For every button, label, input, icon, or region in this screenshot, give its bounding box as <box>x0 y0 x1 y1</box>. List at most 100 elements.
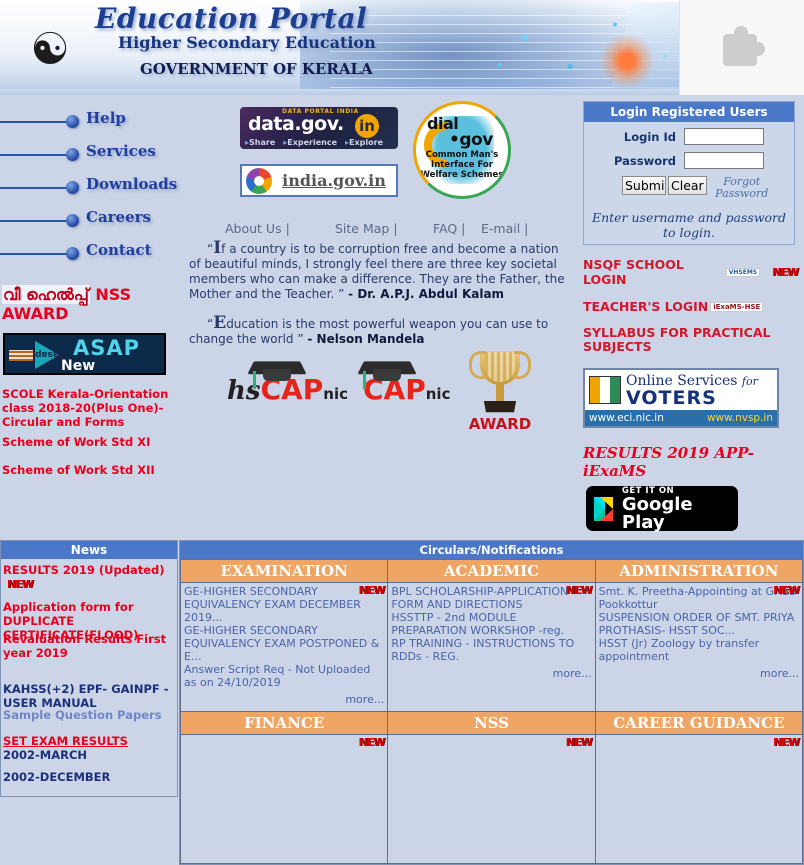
forgot-password-link[interactable]: Forgot Password <box>713 176 771 200</box>
award-label: AWARD <box>468 415 532 433</box>
sidebar-item-label: Contact <box>86 241 152 259</box>
column-header-examination: EXAMINATION <box>179 559 389 583</box>
indiagov-in-logo[interactable]: india.gov.in <box>240 164 398 197</box>
left-link-scheme-xi[interactable]: Scheme of Work Std XI <box>2 435 178 449</box>
syllabus-practical-link[interactable]: SYLLABUS FOR PRACTICAL SUBJECTS <box>583 326 798 354</box>
sidebar-item-contact[interactable]: Contact <box>0 237 178 270</box>
more-link[interactable]: more... <box>184 689 384 706</box>
submit-button[interactable]: Submit <box>622 176 666 195</box>
login-id-label: Login Id <box>623 129 676 144</box>
portal-title: Education Portal <box>95 2 368 35</box>
list-item[interactable]: SUSPENSION ORDER OF SMT. PRIYA PROTHASIS… <box>599 611 799 637</box>
dialgov-logo[interactable]: dial •gov Common Man's Interface For Wel… <box>413 101 511 199</box>
link-email[interactable]: E-mail | <box>481 221 528 236</box>
nsqf-label: NSQF SCHOOL LOGIN <box>583 257 684 287</box>
voters-line2: VOTERS <box>626 387 717 409</box>
datagov-link-share: Share <box>249 138 276 147</box>
list-item[interactable]: HSST (Jr) Zoology by transfer appointmen… <box>599 637 799 663</box>
list-item[interactable]: RP TRAINING - INSTRUCTIONS TO RDDs - REG… <box>391 637 591 663</box>
nav-connector-line <box>0 121 72 123</box>
list-item[interactable]: RESULTS 2019 (Updated) NEW <box>3 563 175 592</box>
list-item[interactable]: NEW BPL SCHOLARSHIP-APPLICATION FORM AND… <box>391 584 593 611</box>
voters-urls: www.eci.nic.in www.nvsp.in <box>585 410 777 426</box>
list-item[interactable]: Sample Question Papers <box>3 708 175 722</box>
tassel-icon <box>253 371 256 389</box>
hscap-nic-logo[interactable]: hsCAPnic <box>227 361 348 406</box>
site-banner: ☯ Education Portal Higher Secondary Educ… <box>0 0 804 95</box>
nav-connector-line <box>0 253 72 255</box>
news-item-text: RESULTS 2019 (Updated) <box>3 563 165 577</box>
new-badge-icon: NEW <box>565 584 593 597</box>
quote-dropcap: I <box>213 238 222 258</box>
right-column: Login Registered Users Login Id Password… <box>583 101 799 531</box>
link-faq[interactable]: FAQ | <box>433 221 465 236</box>
banner-orange-glow <box>600 34 654 88</box>
password-label: Password <box>614 153 676 168</box>
trophy-handle-left-icon <box>469 351 486 379</box>
indiagov-wordmark: india.gov.in <box>282 171 386 190</box>
bullet-dot-icon <box>66 181 79 194</box>
missing-plugin-placeholder[interactable] <box>679 0 804 95</box>
list-item[interactable]: NEW Smt. K. Preetha-Appointing at GHSS P… <box>598 584 800 611</box>
login-panel: Login Registered Users Login Id Password… <box>583 101 795 245</box>
datagov-in-logo[interactable]: DATA PORTAL INDIA data.gov. in ▸Share ▸E… <box>240 107 398 149</box>
iexams-badge-icon: iExaMS-HSE <box>710 301 764 312</box>
main-content-area: Help Services Downloads Careers Contact … <box>0 95 804 540</box>
bullet-dot-icon <box>66 214 79 227</box>
login-form: Login Id Password Submit Clear Forgot Pa… <box>584 122 794 204</box>
sidebar-item-careers[interactable]: Careers <box>0 204 178 237</box>
kerala-state-emblem-icon: ☯ <box>30 24 70 75</box>
list-item[interactable]: GE-HIGHER SECONDARY EQUIVALENCY EXAM POS… <box>184 624 384 663</box>
cell-career-guidance: NEW <box>594 734 804 864</box>
list-item[interactable]: KAHSS(+2) EPF- GAINPF - USER MANUAL <box>3 682 175 710</box>
voters-url-nvsp: www.nvsp.in <box>706 412 773 424</box>
list-item[interactable]: NEW GE-HIGHER SECONDARY EQUIVALENCY EXAM… <box>184 584 385 624</box>
quote-kalam: “If a country is to be corruption free a… <box>189 238 569 302</box>
nss-award-link[interactable]: വീ ഹെൽപ്പ് NSS AWARD <box>2 285 174 323</box>
teachers-login-link[interactable]: TEACHER'S LOGIN iExaMS-HSE <box>583 299 798 314</box>
left-link-scole[interactable]: SCOLE Kerala-Orientation class 2018-20(P… <box>2 387 178 429</box>
list-item[interactable]: 2002-MARCH <box>3 748 175 762</box>
results-app-title[interactable]: RESULTS 2019 APP-iExaMS <box>583 444 798 480</box>
online-services-voters-banner[interactable]: Online Services for VOTERS www.eci.nic.i… <box>583 368 779 428</box>
left-link-scheme-xii[interactable]: Scheme of Work Std XII <box>2 463 178 477</box>
column-header-academic: ACADEMIC <box>387 559 596 583</box>
nav-connector-line <box>0 187 72 189</box>
award-trophy-logo[interactable]: AWARD <box>467 345 533 437</box>
nav-connector-line <box>0 220 72 222</box>
new-badge-icon: NEW <box>773 584 800 597</box>
login-help-note: Enter username and password to login. <box>591 210 787 240</box>
nsqf-school-login-link[interactable]: NSQF SCHOOL LOGIN VHSEMS NEW <box>583 257 799 287</box>
datagov-link-explore: Explore <box>349 138 384 147</box>
cap-logos-row: hsCAPnic CAPnic AWARD <box>185 351 575 435</box>
list-item[interactable]: HSSTTP - 2nd MODULE PREPARATION WORKSHOP… <box>391 611 591 637</box>
tassel-icon <box>363 371 366 389</box>
sidebar-item-help[interactable]: Help <box>0 105 178 138</box>
circular-text: Smt. K. Preetha-Appointing at GHSS Pookk… <box>598 585 797 611</box>
sidebar-item-downloads[interactable]: Downloads <box>0 171 178 204</box>
sidebar-item-services[interactable]: Services <box>0 138 178 171</box>
bullet-dot-icon <box>66 247 79 260</box>
more-link[interactable]: more... <box>599 663 799 680</box>
teacher-label: TEACHER'S LOGIN <box>583 299 709 314</box>
news-panel: News RESULTS 2019 (Updated) NEW Applicat… <box>0 540 178 797</box>
google-play-badge[interactable]: GET IT ON Google Play <box>586 486 738 531</box>
cap-nic-logo[interactable]: CAPnic <box>357 361 450 406</box>
list-item[interactable]: SET EXAM RESULTS <box>3 734 175 748</box>
more-link[interactable]: more... <box>391 663 592 680</box>
password-input[interactable] <box>684 152 764 169</box>
asap-new-registration-banner[interactable]: asap ASAP New Registration <box>3 333 166 375</box>
voters-url-eci: www.eci.nic.in <box>589 412 664 424</box>
link-about-us[interactable]: About Us | <box>225 221 290 236</box>
list-item[interactable]: Revaluation Results First year 2019 <box>3 632 175 660</box>
link-site-map[interactable]: Site Map | <box>335 221 398 236</box>
list-item[interactable]: Answer Script Req - Not Uploaded as on 2… <box>184 663 384 689</box>
sidebar-item-label: Services <box>86 142 156 160</box>
vhsems-badge-icon: VHSEMS <box>725 267 761 277</box>
trophy-base-icon <box>483 400 517 413</box>
login-id-input[interactable] <box>684 128 764 145</box>
clear-button[interactable]: Clear <box>668 176 707 195</box>
dialgov-tagline: Common Man's Interface For Welfare Schem… <box>420 150 504 180</box>
cell-academic: NEW BPL SCHOLARSHIP-APPLICATION FORM AND… <box>387 582 596 712</box>
list-item[interactable]: 2002-DECEMBER <box>3 770 175 784</box>
